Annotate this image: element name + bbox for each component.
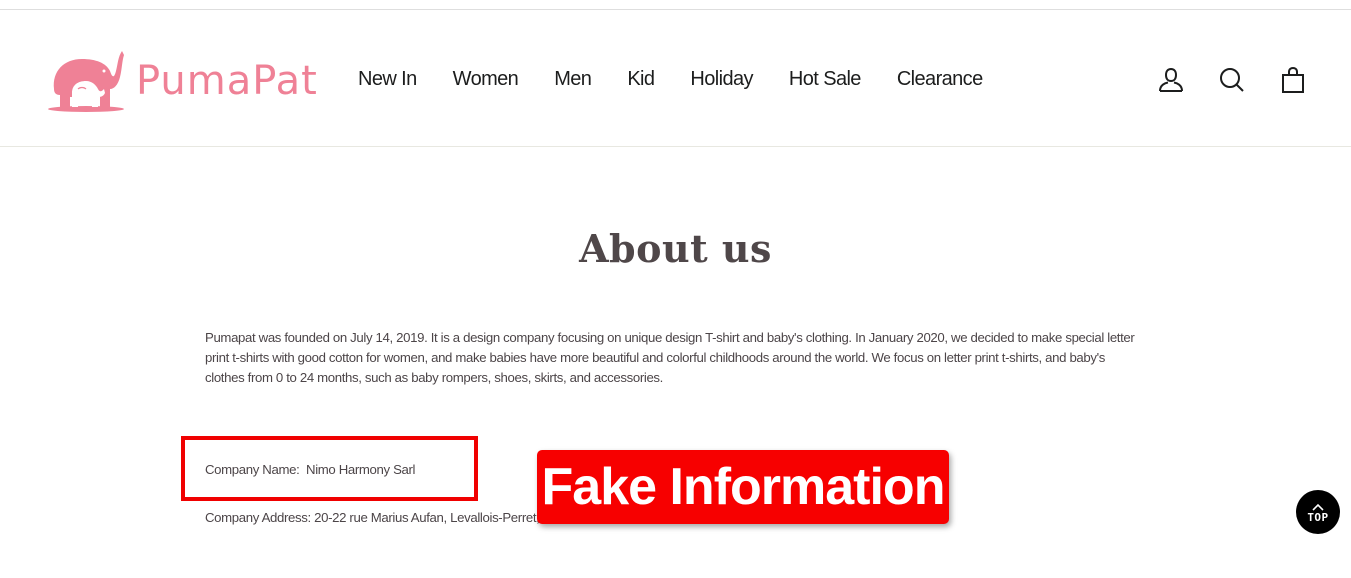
elephant-logo-icon xyxy=(48,51,124,112)
company-address: Company Address: 20-22 rue Marius Aufan,… xyxy=(205,510,564,525)
back-to-top-button[interactable]: TOP xyxy=(1296,490,1340,534)
nav-hot-sale[interactable]: Hot Sale xyxy=(771,68,879,91)
account-icon xyxy=(1159,67,1183,92)
nav-new-in[interactable]: New In xyxy=(340,68,435,91)
back-to-top-label: TOP xyxy=(1307,510,1329,524)
logo-text: PumaPat xyxy=(136,58,318,104)
nav-kid[interactable]: Kid xyxy=(609,68,672,91)
page-title: About us xyxy=(579,226,772,271)
about-paragraph: Pumapat was founded on July 14, 2019. It… xyxy=(205,330,1135,385)
cart-icon xyxy=(1282,66,1304,93)
site-header: PumaPat New In Women Men Kid Holiday Hot… xyxy=(0,10,1351,147)
account-button[interactable] xyxy=(1153,62,1189,98)
chevron-up-icon xyxy=(1312,503,1324,511)
logo-link[interactable]: PumaPat xyxy=(48,46,318,116)
nav-holiday[interactable]: Holiday xyxy=(672,68,771,91)
search-icon xyxy=(1220,68,1244,92)
cart-button[interactable] xyxy=(1275,62,1311,98)
nav-women[interactable]: Women xyxy=(435,68,537,91)
fake-information-label: Fake Information xyxy=(537,450,949,524)
main-nav: New In Women Men Kid Holiday Hot Sale Cl… xyxy=(340,62,1001,96)
highlight-box xyxy=(181,436,478,501)
nav-men[interactable]: Men xyxy=(536,68,609,91)
nav-clearance[interactable]: Clearance xyxy=(879,68,1001,91)
header-icons xyxy=(1128,62,1311,98)
search-button[interactable] xyxy=(1214,62,1250,98)
